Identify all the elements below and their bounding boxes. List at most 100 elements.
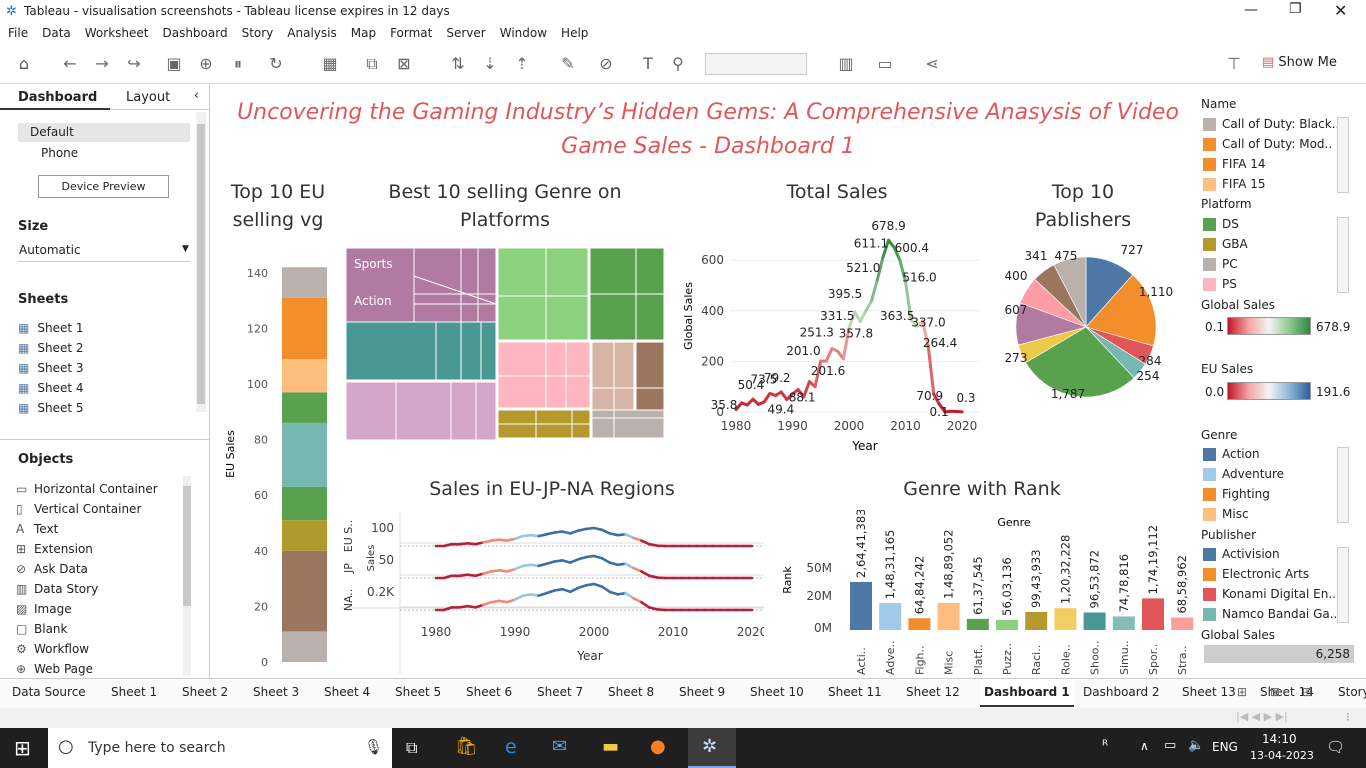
menu-analysis[interactable]: Analysis [279,24,342,40]
tab-data-source[interactable]: Data Source [8,679,90,707]
people-icon[interactable]: ᴿ [1102,738,1108,754]
sort-desc-icon[interactable]: ⇡ [510,52,534,76]
reg-line-segment[interactable] [600,585,612,594]
swap-icon[interactable]: ⇅ [446,52,470,76]
mail-icon[interactable]: ✉ [552,736,567,757]
edge-icon[interactable]: e [505,736,517,758]
object-item[interactable]: ⊕ Web Page [16,662,93,676]
clear-sheet-icon[interactable]: ⊠ [392,52,416,76]
store-icon[interactable]: 🛍 [455,736,478,757]
volume-icon[interactable]: 🔈 [1188,738,1204,753]
tab-sheet-7[interactable]: Sheet 7 [533,679,587,707]
menu-worksheet[interactable]: Worksheet [77,24,155,40]
home-icon[interactable]: ⌂ [12,52,36,76]
rank-bar[interactable] [1083,612,1106,630]
eu-bar-segment[interactable] [282,297,327,359]
format-painter-icon[interactable]: ⊤ [1222,52,1246,76]
tab-sheet-13[interactable]: Sheet 13 [1178,679,1240,707]
ts-line-segment[interactable] [864,299,874,313]
battery-icon[interactable]: ▭ [1164,738,1176,753]
menu-map[interactable]: Map [343,24,382,40]
show-me-button[interactable]: ▤ Show Me [1262,55,1337,70]
tab-dashboard[interactable]: Dashboard [0,84,110,110]
menu-server[interactable]: Server [438,24,491,40]
eu-bar-segment[interactable] [282,392,327,423]
clock-time[interactable]: 14:10 [1262,732,1297,746]
reg-line-segment[interactable] [513,594,525,601]
object-item[interactable]: ▭ Horizontal Container [16,482,158,496]
legend-item[interactable]: Call of Duty: Mod.. [1203,137,1337,151]
tab-sheet-5[interactable]: Sheet 5 [391,679,445,707]
menu-data[interactable]: Data [34,24,77,40]
tab-sheet-4[interactable]: Sheet 4 [320,679,374,707]
legend-item[interactable]: PS [1203,277,1337,291]
eu-bar-segment[interactable] [282,631,327,662]
sheet-item[interactable]: ▦ Sheet 2 [18,341,84,355]
ts-line-segment[interactable] [762,391,772,404]
nav-arrows-icon[interactable]: |◀ ◀ ▶ ▶| [1236,710,1288,723]
file-explorer-icon[interactable]: ▬ [602,736,619,757]
highlight-icon[interactable]: ✎ [556,52,580,76]
label-icon[interactable]: T [636,52,660,76]
object-item[interactable]: □ Blank [16,622,67,636]
rank-bar[interactable] [908,618,931,630]
menu-help[interactable]: Help [553,24,594,40]
ts-line-segment[interactable] [824,346,834,363]
menu-file[interactable]: File [0,24,34,40]
reg-line-segment[interactable] [624,562,635,570]
fit-dropdown[interactable] [705,53,807,75]
legend-item[interactable]: GBA [1203,237,1337,251]
presentation-icon[interactable]: ▭ [873,52,897,76]
tab-sheet-11[interactable]: Sheet 11 [824,679,886,707]
rank-bar[interactable] [1112,616,1135,630]
ts-line-segment[interactable] [858,309,868,323]
tab-dashboard-1[interactable]: Dashboard 1 [980,679,1074,707]
eu-bar-segment[interactable] [282,486,327,521]
object-item[interactable]: ▥ Data Story [16,582,98,596]
device-default[interactable]: Default [18,123,190,142]
windows-start-icon[interactable]: ⊞ [14,736,31,760]
tab-dashboard-2[interactable]: Dashboard 2 [1079,679,1164,707]
group-icon[interactable]: ⊘ [594,52,618,76]
legend-scrollbar[interactable] [1337,117,1349,193]
eu-bar-segment[interactable] [282,358,327,393]
reg-line-segment[interactable] [600,528,612,535]
device-phone[interactable]: Phone [41,146,78,160]
tab-sheet-8[interactable]: Sheet 8 [604,679,658,707]
tab-story-1[interactable]: Story 1 [1334,679,1366,707]
new-dashboard-tab-icon[interactable]: ⊞ [1270,685,1280,699]
object-item[interactable]: ⊘ Ask Data [16,562,88,576]
device-preview-button[interactable]: Device Preview [38,175,169,198]
tab-sheet-2[interactable]: Sheet 2 [178,679,232,707]
rank-bar[interactable] [1171,617,1194,630]
object-item[interactable]: ⊞ Extension [16,542,93,556]
objects-scrollbar[interactable] [183,476,191,676]
save-icon[interactable]: ▣ [162,52,186,76]
eu-bar-segment[interactable] [282,422,327,487]
reg-line-segment[interactable] [600,556,612,564]
treemap-cell[interactable] [591,409,664,439]
eu-bar-segment[interactable] [282,267,327,298]
tab-sheet-1[interactable]: Sheet 1 [107,679,161,707]
legend-item[interactable]: Fighting [1203,487,1337,501]
legend-item[interactable]: Action [1203,447,1337,461]
treemap-cell[interactable] [497,248,589,341]
chevron-up-icon[interactable]: ∧ [1140,739,1149,753]
rank-bar[interactable] [850,582,872,630]
clock-date[interactable]: 13-04-2023 [1250,749,1314,762]
ts-line-segment[interactable] [870,278,879,303]
sort-asc-icon[interactable]: ⇣ [478,52,502,76]
object-item[interactable]: ▨ Image [16,602,72,616]
reg-line-segment[interactable] [632,597,643,604]
legend-item[interactable]: Call of Duty: Black.. [1203,117,1337,131]
pause-icon[interactable]: ⏸ [226,52,250,76]
legend-item[interactable]: PC [1203,257,1337,271]
tab-sheet-12[interactable]: Sheet 12 [902,679,964,707]
menu-dashboard[interactable]: Dashboard [154,24,233,40]
minimize-icon[interactable]: — [1244,2,1258,18]
rank-bar[interactable] [966,618,989,630]
rank-bar[interactable] [937,602,960,630]
legend-scrollbar[interactable] [1337,547,1349,623]
collapse-icon[interactable]: ‹ [194,88,199,102]
menu-window[interactable]: Window [492,24,553,40]
